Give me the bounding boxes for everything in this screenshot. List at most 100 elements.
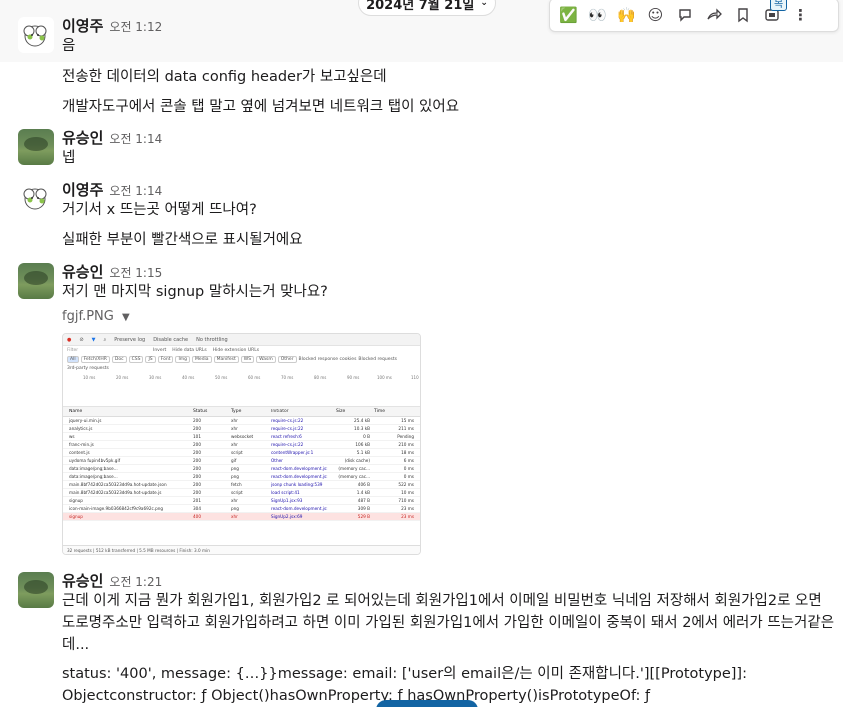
network-cell: main.8bf742d02ca50323dd9a.hot-update.jso… [69, 482, 167, 487]
network-cell: ws [69, 434, 75, 439]
more-icon[interactable]: ⋮ [786, 1, 815, 29]
message-timestamp[interactable]: 오전 1:15 [109, 266, 162, 280]
hide-extension-urls-label: Hide extension URLs [212, 348, 260, 353]
user-avatar[interactable] [18, 572, 54, 608]
message-author[interactable]: 유승인 오전 1:15 [62, 261, 162, 282]
type-chip: JS [145, 356, 156, 363]
share-icon[interactable] [699, 1, 728, 29]
jump-to-recent-button[interactable] [376, 700, 478, 707]
network-cell: 710 ms [398, 498, 414, 503]
network-cell: gif [231, 458, 237, 463]
throttling-label: No throttling [196, 336, 228, 343]
network-cell: 529 B [357, 514, 370, 519]
type-chip: Font [157, 356, 174, 363]
message-text: 넵 [62, 150, 76, 166]
hide-data-urls-label: Hide data URLs [172, 348, 207, 353]
network-cell: 200 [193, 442, 201, 447]
network-cell: uydoma fupin4bv5pk.gif [69, 458, 121, 463]
eyes-icon[interactable]: 👀 [583, 1, 612, 29]
message-author[interactable]: 유승인 오전 1:21 [62, 570, 162, 591]
user-avatar[interactable] [18, 263, 54, 299]
timeline-tick: 100 ms [377, 375, 392, 380]
network-cell: 23 ms [401, 514, 414, 519]
network-cell: 200 [193, 418, 201, 423]
message-text: 개발자도구에서 콘솔 탭 말고 옆에 넘겨보면 네트워크 탭이 있어요 [62, 99, 460, 115]
network-cell: react-dom.development.js: [271, 506, 328, 511]
network-cell: data:image/png;base... [69, 474, 118, 479]
network-cell: 211 ms [398, 426, 414, 431]
network-cell: 25.4 kB [354, 418, 370, 423]
network-cell: xhr [231, 442, 238, 447]
network-request-row: main.8bf742d02ca50323dd9a.hot-update.js 2… [63, 489, 420, 497]
network-cell: script [231, 450, 243, 455]
type-chip: Wasm [256, 356, 276, 363]
type-chip: Other [277, 356, 297, 363]
image-attachment[interactable]: ● ⊘ ▼ ⌕ Preserve log Disable cache No th… [62, 333, 421, 555]
blocked-cookies-label: Blocked response cookies [298, 357, 357, 362]
network-cell: 10.3 kB [354, 426, 370, 431]
file-name-button[interactable]: fgjf.PNG ▼ [62, 309, 130, 324]
third-party-label: 3rd-party requests [67, 366, 109, 371]
network-cell: 400 [193, 514, 201, 519]
network-cell: 309 B [357, 506, 370, 511]
reply-thread-icon[interactable] [670, 1, 699, 29]
invert-label: Invert [153, 348, 167, 353]
message-timestamp[interactable]: 오전 1:21 [109, 575, 162, 589]
timeline-tick: 40 ms [182, 375, 195, 380]
message-text: 실패한 부분이 빨간색으로 표시될거에요 [62, 232, 303, 248]
network-cell: content.js [69, 450, 90, 455]
check-mark-icon[interactable]: ✅ [554, 1, 583, 29]
network-cell: franc-min.js [69, 442, 94, 447]
message-author[interactable]: 이영주 오전 1:14 [62, 179, 162, 200]
message-timestamp[interactable]: 오전 1:14 [109, 132, 162, 146]
network-request-row: main.8bf742d02ca50323dd9a.hot-update.jso… [63, 481, 420, 489]
network-cell: jsonp chunk loading:539 [271, 482, 323, 487]
network-cell: 106 kB [355, 442, 370, 447]
caret-down-icon: ▼ [121, 312, 130, 323]
network-request-row: signup 201 xhr SignUp1.jsx:93 487 B 710 ms [63, 497, 420, 505]
network-cell: png [231, 506, 239, 511]
devtools-type-chips: All Fetch/XHR Doc CSS JS Font Img Media … [63, 355, 420, 364]
message-text: 저기 맨 마지막 signup 말하시는거 맞나요? [62, 284, 328, 300]
network-cell: data:image/png;base... [69, 466, 118, 471]
clear-icon: ⊘ [79, 336, 84, 343]
network-cell: require-cs.js:22 [271, 442, 304, 447]
network-cell: 200 [193, 490, 201, 495]
network-cell: 0 ms [403, 474, 414, 479]
network-cell: (memory cac... [338, 466, 370, 471]
network-cell: 304 [193, 506, 201, 511]
user-avatar[interactable] [18, 129, 54, 165]
network-cell: 5.1 kB [356, 450, 370, 455]
user-avatar[interactable] [18, 17, 54, 53]
column-header: Status [193, 409, 208, 414]
network-cell: 101 [193, 434, 201, 439]
message-author[interactable]: 유승인 오전 1:14 [62, 127, 162, 148]
timeline-tick: 30 ms [149, 375, 162, 380]
network-cell: 0 B [363, 434, 370, 439]
network-request-row: jquery-ui.min.js 200 xhr require-cs.js:22 25… [63, 417, 420, 425]
bookmark-icon[interactable] [728, 1, 757, 29]
network-cell: SignUp2.jsx:69 [271, 514, 303, 519]
network-cell: fetch [231, 482, 242, 487]
network-cell: xhr [231, 418, 238, 423]
network-table-header: Name Status Type Initiator Size Time [63, 407, 420, 417]
message-timestamp[interactable]: 오전 1:12 [109, 20, 162, 34]
date-divider-button[interactable]: 2024년 7월 21일 ⌄ [358, 0, 496, 16]
user-avatar[interactable] [18, 180, 54, 216]
tooltip-badge: 목 [770, 0, 788, 11]
network-cell: react-dom.development.js: [271, 474, 328, 479]
column-header: Time [374, 409, 386, 414]
network-cell: 200 [193, 482, 201, 487]
network-cell: load script:41 [271, 490, 300, 495]
network-cell: contentWrapper.js:1 [271, 450, 314, 455]
message-timestamp[interactable]: 오전 1:14 [109, 184, 162, 198]
network-cell: (disk cache) [344, 458, 370, 463]
raised-hands-icon[interactable]: 🙌 [612, 1, 641, 29]
blocked-requests-label: Blocked requests [358, 357, 397, 362]
network-request-row: signup 400 xhr SignUp2.jsx:69 529 B 23 ms [63, 513, 420, 521]
add-reaction-icon[interactable]: ☺ [641, 1, 670, 29]
network-cell: 487 B [357, 498, 370, 503]
network-cell: 522 ms [398, 482, 414, 487]
network-cell: signup [69, 498, 83, 503]
message-author[interactable]: 이영주 오전 1:12 [62, 15, 162, 36]
